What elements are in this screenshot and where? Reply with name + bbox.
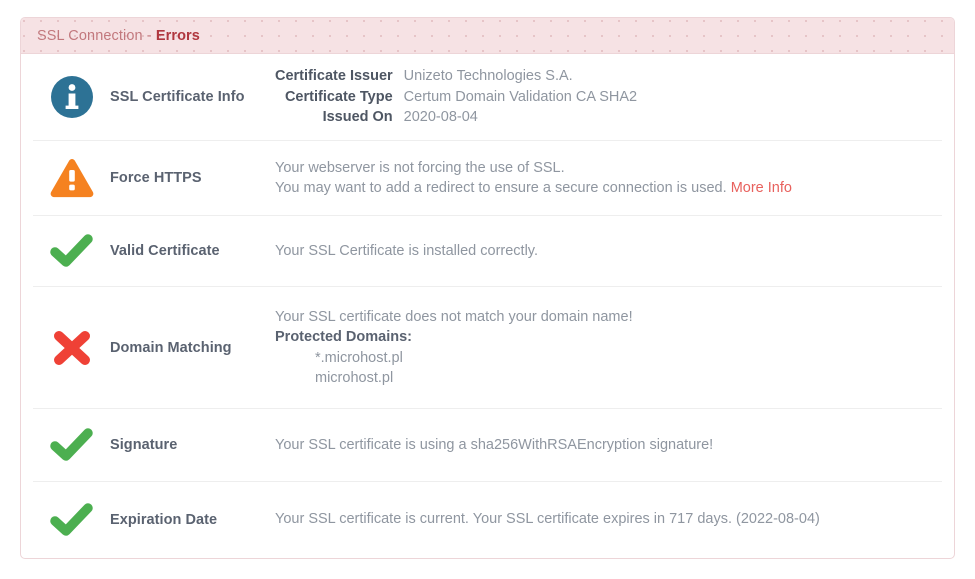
force-https-line-2: You may want to add a redirect to ensure… xyxy=(275,178,928,199)
row-content: Certificate Issuer Unizeto Technologies … xyxy=(275,66,942,128)
cross-mark-icon xyxy=(51,328,93,368)
certificate-details: Certificate Issuer Unizeto Technologies … xyxy=(275,66,928,128)
check-mark-icon xyxy=(49,501,94,539)
signature-message: Your SSL certificate is using a sha256Wi… xyxy=(275,436,714,453)
row-icon-cell xyxy=(33,232,110,270)
certificate-issuer-label: Certificate Issuer xyxy=(275,68,393,85)
panel-header: SSL Connection - Errors xyxy=(21,18,954,54)
row-content: Your SSL Certificate is installed correc… xyxy=(275,241,942,262)
row-label: Domain Matching xyxy=(110,339,232,356)
table-row: Signature Your SSL certificate is using … xyxy=(33,408,942,481)
valid-certificate-message: Your SSL Certificate is installed correc… xyxy=(275,242,538,259)
issued-on-label: Issued On xyxy=(322,109,393,126)
row-content: Your SSL certificate does not match your… xyxy=(275,307,942,389)
row-label: Valid Certificate xyxy=(110,243,220,259)
row-content: Your webserver is not forcing the use of… xyxy=(275,158,942,199)
row-icon-cell xyxy=(33,75,110,119)
row-icon-cell xyxy=(33,328,110,368)
list-item: *.microhost.pl xyxy=(315,349,403,366)
row-icon-cell xyxy=(33,157,110,199)
row-content: Your SSL certificate is current. Your SS… xyxy=(275,509,942,530)
issued-on-value: 2020-08-04 xyxy=(403,109,478,126)
row-label: SSL Certificate Info xyxy=(110,89,245,105)
row-icon-cell xyxy=(33,426,110,464)
more-info-link[interactable]: More Info xyxy=(731,180,792,196)
table-row: Valid Certificate Your SSL Certificate i… xyxy=(33,215,942,286)
row-label: Signature xyxy=(110,437,178,453)
check-mark-icon xyxy=(49,426,94,464)
ssl-connection-panel: SSL Connection - Errors SSL Certificate … xyxy=(20,17,955,559)
panel-status-badge: Errors xyxy=(155,27,200,44)
panel-title: SSL Connection - xyxy=(37,27,156,44)
force-https-line-2-text: You may want to add a redirect to ensure… xyxy=(275,180,731,196)
table-row: Expiration Date Your SSL certificate is … xyxy=(33,481,942,557)
list-item: microhost.pl xyxy=(315,370,394,386)
certificate-issuer-value: Unizeto Technologies S.A. xyxy=(403,68,573,85)
row-label: Expiration Date xyxy=(110,511,218,528)
row-content: Your SSL certificate is using a sha256Wi… xyxy=(275,435,942,456)
certificate-type-label: Certificate Type xyxy=(284,88,393,105)
ssl-check-list: SSL Certificate Info Certificate Issuer … xyxy=(21,54,954,557)
protected-domains-heading: Protected Domains: xyxy=(275,329,412,345)
domain-mismatch-message: Your SSL certificate does not match your… xyxy=(275,308,633,325)
certificate-type-value: Certum Domain Validation CA SHA2 xyxy=(403,88,638,105)
info-circle-icon xyxy=(50,75,94,119)
force-https-line-1: Your webserver is not forcing the use of… xyxy=(275,159,565,176)
table-row: Domain Matching Your SSL certificate doe… xyxy=(33,286,942,408)
table-row: Force HTTPS Your webserver is not forcin… xyxy=(33,140,942,215)
table-row: SSL Certificate Info Certificate Issuer … xyxy=(33,54,942,140)
row-label: Force HTTPS xyxy=(110,170,202,186)
check-mark-icon xyxy=(49,232,94,270)
warning-triangle-icon xyxy=(49,157,95,199)
expiration-message: Your SSL certificate is current. Your SS… xyxy=(275,511,820,528)
row-icon-cell xyxy=(33,501,110,539)
